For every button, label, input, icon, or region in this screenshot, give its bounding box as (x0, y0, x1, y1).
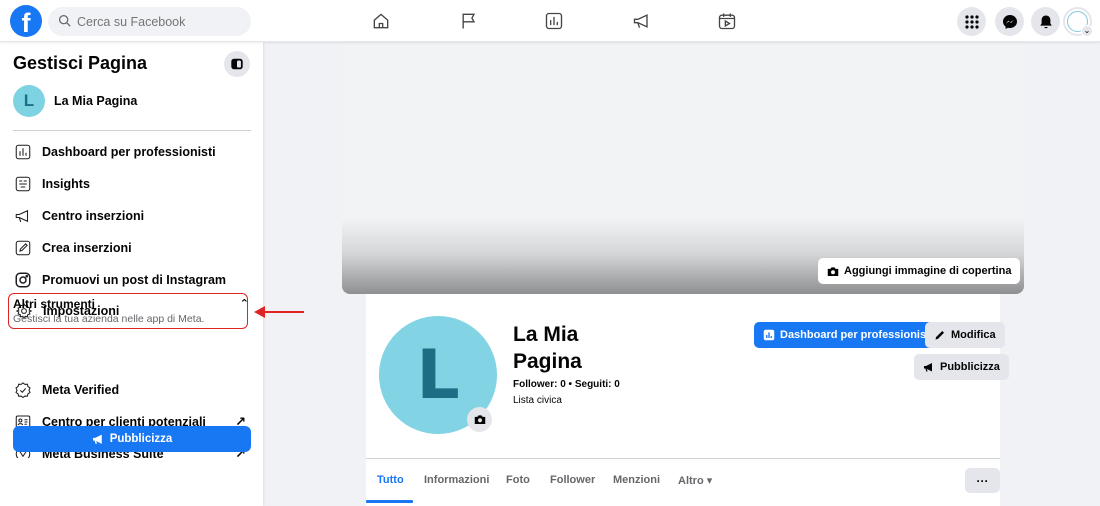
edit-button[interactable]: Modifica (925, 322, 1005, 348)
cover-photo-area: Aggiungi immagine di copertina (342, 42, 1024, 294)
messenger-icon[interactable] (995, 7, 1024, 36)
insights-icon (13, 174, 33, 194)
tab-all[interactable]: Tutto (377, 474, 404, 486)
page-category: Lista civica (513, 395, 562, 406)
sidebar-item-meta-verified[interactable]: Meta Verified (8, 374, 248, 405)
home-icon[interactable] (369, 10, 393, 32)
divider (13, 130, 251, 131)
megaphone-icon (13, 206, 33, 226)
bell-icon[interactable] (1031, 7, 1060, 36)
sidebar-title: Gestisci Pagina (13, 53, 148, 73)
section-subtitle: Gestisci la tua azienda nelle app di Met… (13, 313, 205, 325)
edit-button-label: Modifica (951, 329, 996, 341)
calendar-video-icon[interactable] (715, 10, 739, 32)
megaphone-icon[interactable] (630, 10, 654, 32)
pencil-icon (935, 330, 945, 340)
search-box[interactable] (48, 7, 251, 36)
sidebar-item-label: Dashboard per professionisti (42, 144, 216, 159)
switch-profile-icon[interactable] (224, 51, 250, 77)
chevron-down-icon: ⌄ (1081, 25, 1093, 37)
divider (366, 458, 1000, 459)
search-icon (58, 14, 71, 30)
active-tab-indicator (366, 500, 413, 503)
more-options-button[interactable]: ··· (965, 468, 1000, 493)
tab-mentions[interactable]: Menzioni (613, 474, 660, 486)
professional-dashboard-button[interactable]: Dashboard per professionisti (754, 322, 942, 348)
add-cover-button[interactable]: Aggiungi immagine di copertina (818, 258, 1021, 284)
publish-button[interactable]: Pubblicizza (13, 426, 251, 452)
chevron-up-icon[interactable]: ⌃ (240, 297, 249, 310)
account-avatar[interactable]: ⌄ (1063, 7, 1093, 37)
page-title-line1: La Mia (513, 323, 579, 346)
pencil-icon (13, 238, 33, 258)
dashboard-icon[interactable] (542, 10, 566, 32)
instagram-icon (13, 270, 33, 290)
tab-more[interactable]: Altro ▾ (678, 474, 712, 487)
megaphone-icon (924, 362, 932, 372)
sidebar-item-create-ads[interactable]: Crea inserzioni (8, 232, 248, 263)
top-navigation-bar: f ⌄ (0, 0, 1100, 42)
publish-label: Pubblicizza (109, 433, 173, 445)
camera-icon (827, 266, 839, 276)
other-tools-section[interactable]: Altri strumenti Gestisci la tua azienda … (13, 297, 251, 325)
page-title-line2: Pagina (513, 350, 582, 373)
promote-button-label: Pubblicizza (940, 361, 1000, 373)
sidebar-item-label: Centro inserzioni (42, 208, 145, 223)
sidebar-item-dashboard[interactable]: Dashboard per professionisti (8, 136, 248, 167)
section-title: Altri strumenti (13, 297, 96, 311)
sidebar-item-insights[interactable]: Insights (8, 168, 248, 199)
page-title: La Mia Pagina (513, 321, 623, 375)
sidebar-item-label: Crea inserzioni (42, 240, 132, 255)
dashboard-button-label: Dashboard per professionisti (780, 329, 933, 341)
dashboard-icon (13, 142, 33, 162)
tab-info[interactable]: Informazioni (424, 474, 489, 486)
add-cover-label: Aggiungi immagine di copertina (844, 265, 1012, 277)
tab-followers[interactable]: Follower (550, 474, 595, 486)
facebook-logo[interactable]: f (10, 5, 42, 37)
sidebar-item-label: Insights (42, 176, 90, 191)
tab-photos[interactable]: Foto (506, 474, 530, 486)
sidebar-item-promote-instagram[interactable]: Promuovi un post di Instagram (8, 264, 248, 295)
search-input[interactable] (77, 14, 237, 29)
camera-icon[interactable] (467, 407, 492, 432)
page-name: La Mia Pagina (54, 94, 138, 108)
page-avatar: L (13, 85, 45, 117)
promote-button[interactable]: Pubblicizza (914, 354, 1009, 380)
follower-stats[interactable]: Follower: 0 • Seguiti: 0 (513, 379, 620, 390)
dashboard-icon (763, 329, 775, 341)
sidebar-item-label: Meta Verified (42, 382, 120, 397)
sidebar-page-link[interactable]: L La Mia Pagina (13, 85, 137, 117)
red-arrow-annotation (254, 306, 304, 318)
megaphone-icon (92, 434, 102, 444)
sidebar-item-label: Promuovi un post di Instagram (42, 272, 227, 287)
flag-icon[interactable] (457, 10, 481, 32)
sidebar-item-ads-center[interactable]: Centro inserzioni (8, 200, 248, 231)
verified-badge-icon (13, 380, 33, 400)
apps-grid-icon[interactable] (957, 7, 986, 36)
